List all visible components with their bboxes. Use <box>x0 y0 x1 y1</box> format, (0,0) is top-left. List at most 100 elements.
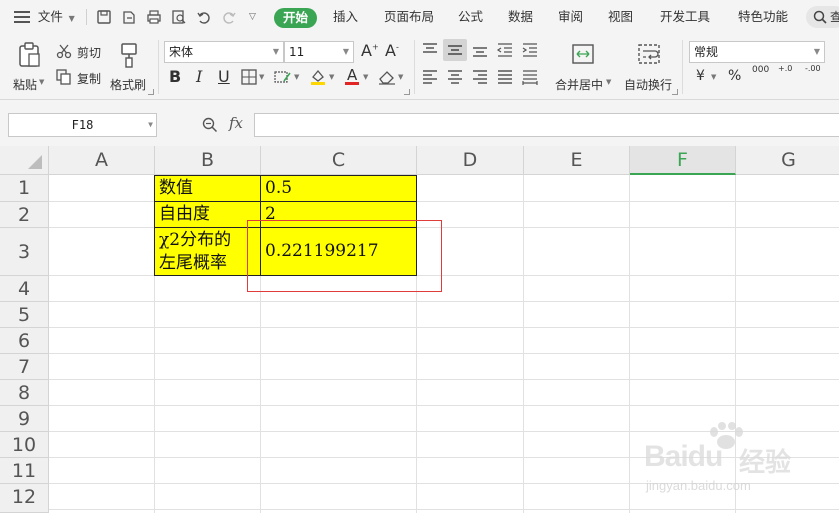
highlight-box <box>247 220 442 292</box>
decrease-font-size-icon[interactable]: A- <box>385 41 399 60</box>
chevron-down-icon[interactable]: ▼ <box>398 73 403 81</box>
column-header-f[interactable]: F <box>630 146 736 175</box>
save-icon[interactable] <box>96 9 112 25</box>
row-header-6[interactable]: 6 <box>0 328 49 354</box>
print-preview-icon[interactable] <box>171 9 187 25</box>
increase-font-size-icon[interactable]: A+ <box>361 41 379 60</box>
copy-button[interactable]: 复制 <box>56 67 106 87</box>
paste-label: 粘贴 <box>13 78 38 92</box>
font-name-select[interactable]: 宋体 ▼ <box>164 41 284 63</box>
watermark-url: jingyan.baidu.com <box>646 478 751 493</box>
row-header-9[interactable]: 9 <box>0 406 49 432</box>
chevron-down-icon[interactable]: ▼ <box>294 73 299 81</box>
align-top-icon[interactable] <box>421 42 439 58</box>
format-painter-label: 格式刷 <box>110 78 147 92</box>
chevron-down-icon[interactable]: ▼ <box>711 73 716 81</box>
tab-special-features[interactable]: 特色功能 <box>738 0 788 34</box>
formula-input[interactable] <box>254 113 839 137</box>
tab-page-layout[interactable]: 页面布局 <box>384 0 434 34</box>
align-center-icon[interactable] <box>446 69 464 85</box>
chevron-down-icon[interactable]: ▼ <box>259 73 264 81</box>
merge-center-button[interactable]: 合并居中 ▼ <box>552 40 614 96</box>
font-size-select[interactable]: 11 ▼ <box>284 41 354 63</box>
hamburger-icon <box>14 10 30 23</box>
zoom-search-icon[interactable] <box>202 117 218 133</box>
increase-decimal-button[interactable]: +.0 <box>778 64 792 73</box>
tab-developer[interactable]: 开发工具 <box>660 0 710 34</box>
align-right-icon[interactable] <box>471 69 489 85</box>
cell-b1[interactable]: 数值 <box>154 175 261 202</box>
row-header-1[interactable]: 1 <box>0 175 49 202</box>
align-bottom-icon[interactable] <box>471 42 489 58</box>
select-all-corner[interactable] <box>0 146 49 175</box>
print-icon[interactable] <box>146 9 162 25</box>
export-pdf-icon[interactable] <box>121 9 137 25</box>
function-icon[interactable]: fx <box>229 114 243 132</box>
chevron-down-icon[interactable]: ▼ <box>329 73 334 81</box>
tab-insert[interactable]: 插入 <box>333 0 358 34</box>
borders-icon[interactable] <box>241 69 257 85</box>
row-header-8[interactable]: 8 <box>0 380 49 406</box>
tab-formulas[interactable]: 公式 <box>458 0 483 34</box>
align-middle-button[interactable] <box>443 39 467 61</box>
customize-toolbar-icon[interactable]: ▽ <box>249 0 256 34</box>
row-header-10[interactable]: 10 <box>0 432 49 458</box>
chevron-down-icon[interactable]: ▼ <box>363 73 368 81</box>
redo-icon[interactable] <box>221 9 237 25</box>
search-icon <box>813 10 827 24</box>
format-painter-button[interactable]: 格式刷 <box>110 40 150 96</box>
align-left-icon[interactable] <box>421 69 439 85</box>
copy-icon <box>56 69 71 85</box>
search-box[interactable]: 查 <box>806 6 839 28</box>
chevron-down-icon: ▼ <box>272 47 279 56</box>
column-header-d[interactable]: D <box>417 146 524 175</box>
chevron-down-icon: ▼ <box>68 14 75 23</box>
font-color-button[interactable]: A <box>345 66 361 86</box>
chevron-down-icon: ▼ <box>39 78 45 86</box>
copy-label: 复制 <box>77 72 102 86</box>
percent-button[interactable]: % <box>728 68 741 84</box>
name-box[interactable]: F18 ▼ <box>8 113 157 137</box>
row-header-7[interactable]: 7 <box>0 354 49 380</box>
cell-style-icon[interactable] <box>274 69 292 85</box>
distributed-align-icon[interactable] <box>521 69 539 85</box>
row-header-2[interactable]: 2 <box>0 202 49 228</box>
baidu-jingyan-watermark: Baidu 经验 jingyan.baidu.com <box>644 422 824 502</box>
row-header-5[interactable]: 5 <box>0 302 49 328</box>
tab-data[interactable]: 数据 <box>508 0 533 34</box>
cell-c1[interactable]: 0.5 <box>260 175 417 202</box>
justify-icon[interactable] <box>496 69 514 85</box>
tab-home[interactable]: 开始 <box>274 8 318 28</box>
merge-cells-icon <box>572 44 594 64</box>
undo-icon[interactable] <box>196 9 212 25</box>
file-menu[interactable]: 文件 ▼ <box>14 0 75 34</box>
eraser-icon[interactable] <box>378 69 396 85</box>
decrease-decimal-button[interactable]: -.00 <box>805 64 821 73</box>
wrap-text-button[interactable]: 自动换行 <box>622 40 678 96</box>
currency-button[interactable]: ¥ <box>696 68 705 84</box>
italic-button[interactable]: I <box>196 67 202 86</box>
increase-indent-icon[interactable] <box>521 42 539 58</box>
row-header-4[interactable]: 4 <box>0 276 49 302</box>
cell-b3[interactable]: χ2分布的 左尾概率 <box>154 227 261 276</box>
column-header-g[interactable]: G <box>736 146 839 175</box>
clipboard-icon <box>19 42 40 67</box>
thousands-separator-button[interactable]: 000 <box>752 65 769 75</box>
number-format-select[interactable]: 常规 ▼ <box>689 41 825 63</box>
column-header-c[interactable]: C <box>261 146 417 175</box>
cut-button[interactable]: 剪切 <box>56 41 106 61</box>
decrease-indent-icon[interactable] <box>496 42 514 58</box>
column-header-e[interactable]: E <box>524 146 630 175</box>
column-header-b[interactable]: B <box>155 146 261 175</box>
fill-color-icon[interactable] <box>309 68 327 86</box>
tab-view[interactable]: 视图 <box>608 0 633 34</box>
column-header-a[interactable]: A <box>49 146 155 175</box>
cell-b2[interactable]: 自由度 <box>154 201 261 228</box>
row-header-3[interactable]: 3 <box>0 228 49 276</box>
tab-review[interactable]: 审阅 <box>558 0 583 34</box>
row-header-11[interactable]: 11 <box>0 458 49 484</box>
bold-button[interactable]: B <box>169 67 181 86</box>
underline-button[interactable]: U <box>218 67 230 86</box>
paste-button[interactable]: 粘贴 ▼ <box>10 40 48 96</box>
row-header-12[interactable]: 12 <box>0 484 49 513</box>
